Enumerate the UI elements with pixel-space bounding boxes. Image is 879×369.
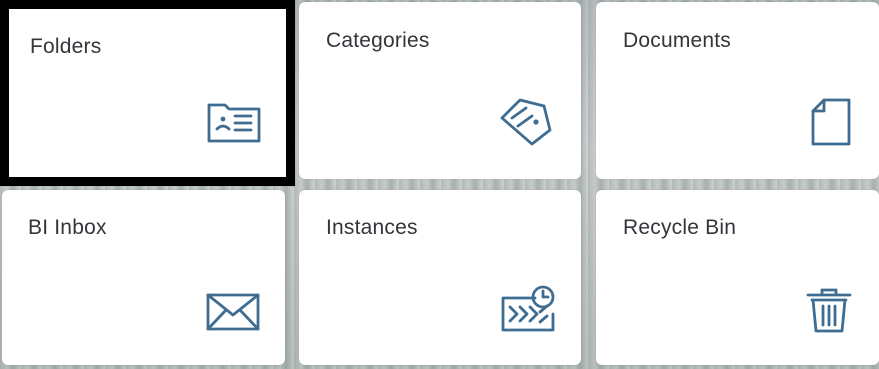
folder-icon [207,99,261,143]
tile-folders[interactable]: Folders [0,0,295,186]
tile-instances[interactable]: Instances [299,190,581,365]
scheduled-instances-icon [501,284,557,334]
tile-recycle-bin[interactable]: Recycle Bin [596,190,879,365]
tile-documents[interactable]: Documents [596,2,879,179]
document-icon [810,97,852,147]
envelope-icon [206,293,260,331]
tag-icon [498,94,554,146]
tile-title: Folders [30,35,102,58]
tile-categories[interactable]: Categories [299,2,581,179]
tile-title: Recycle Bin [623,216,737,239]
trash-icon [805,286,853,334]
tile-title: Categories [326,29,430,52]
tile-bi-inbox[interactable]: BI Inbox [2,190,285,365]
tile-title: Documents [623,29,732,52]
tile-title: Instances [326,216,418,239]
tile-title: BI Inbox [28,216,107,239]
